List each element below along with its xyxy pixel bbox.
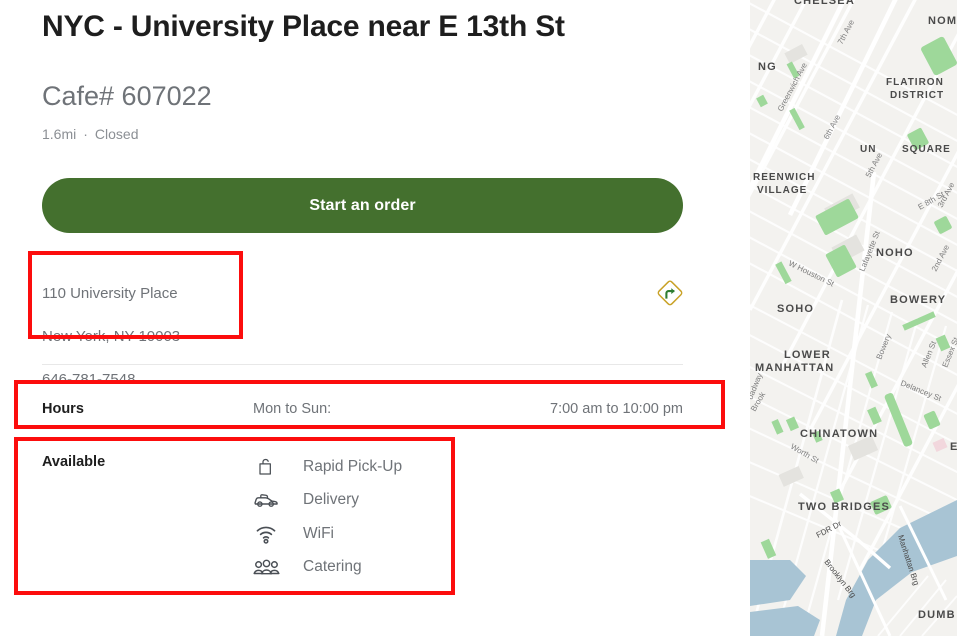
car-icon	[251, 487, 281, 513]
amenity-label: Delivery	[303, 491, 359, 509]
map-label: NOHO	[876, 247, 914, 259]
directions-diamond-icon[interactable]	[655, 278, 685, 308]
shopping-bag-icon	[251, 454, 281, 480]
store-detail-panel: NYC - University Place near E 13th St Ca…	[0, 0, 750, 636]
hours-label: Hours	[42, 401, 84, 417]
distance-value: 1.6mi	[42, 126, 77, 142]
map-label: VILLAGE	[757, 185, 807, 196]
amenity-label: WiFi	[303, 524, 334, 542]
store-location-map[interactable]: CHELSEA NOM NG FLATIRON DISTRICT 7th Ave Green…	[750, 0, 957, 636]
hours-row: Hours Mon to Sun: 7:00 am to 10:00 pm	[42, 398, 683, 420]
map-label: NG	[758, 61, 777, 73]
address-city-state-zip: New York, NY 10003	[42, 327, 181, 345]
section-divider	[42, 364, 683, 365]
hours-time-value: 7:00 am to 10:00 pm	[550, 401, 683, 417]
list-item: Catering	[251, 551, 402, 585]
map-label: CHINATOWN	[800, 428, 878, 440]
map-label: LOWER	[784, 349, 831, 361]
map-label: MANHATTAN	[755, 362, 834, 374]
start-an-order-button[interactable]: Start an order	[42, 178, 683, 233]
cafe-number: Cafe# 607022	[42, 81, 212, 111]
store-meta: 1.6mi · Closed	[42, 125, 139, 143]
list-item: Rapid Pick-Up	[251, 450, 402, 484]
map-label: NOM	[928, 15, 957, 27]
map-label: BOWERY	[890, 294, 946, 306]
amenity-list: Rapid Pick-Up Delivery WiFi Catering	[251, 450, 402, 584]
map-label: CHELSEA	[794, 0, 855, 7]
page-title: NYC - University Place near E 13th St	[42, 10, 565, 43]
amenity-label: Rapid Pick-Up	[303, 457, 403, 475]
wifi-icon	[251, 521, 281, 547]
meta-separator: ·	[83, 126, 88, 142]
map-label: SOHO	[777, 303, 814, 315]
map-label: E	[950, 441, 957, 453]
amenity-label: Catering	[303, 558, 362, 576]
address-phone[interactable]: 646-781-7548	[42, 369, 180, 391]
hours-days-value: Mon to Sun:	[253, 401, 332, 417]
map-label: FLATIRON	[886, 77, 944, 88]
map-label: SQUARE	[902, 144, 951, 155]
map-label: TWO BRIDGES	[798, 501, 890, 513]
map-label: DUMB	[918, 609, 956, 621]
status-badge: Closed	[94, 126, 139, 142]
map-label: DISTRICT	[890, 90, 944, 101]
address-street: 110 University Place	[42, 284, 178, 302]
list-item: Delivery	[251, 484, 402, 518]
store-detail-page: NYC - University Place near E 13th St Ca…	[0, 0, 957, 636]
list-item: WiFi	[251, 517, 402, 551]
available-label: Available	[42, 454, 106, 470]
map-label: REENWICH	[753, 172, 815, 183]
store-address[interactable]: 110 University Place New York, NY 10003 …	[42, 261, 180, 412]
people-group-icon	[251, 554, 281, 580]
map-canvas[interactable]: CHELSEANOMNGFLATIRONDISTRICT7th AveGreen…	[750, 0, 957, 636]
map-label: UN	[860, 144, 876, 155]
